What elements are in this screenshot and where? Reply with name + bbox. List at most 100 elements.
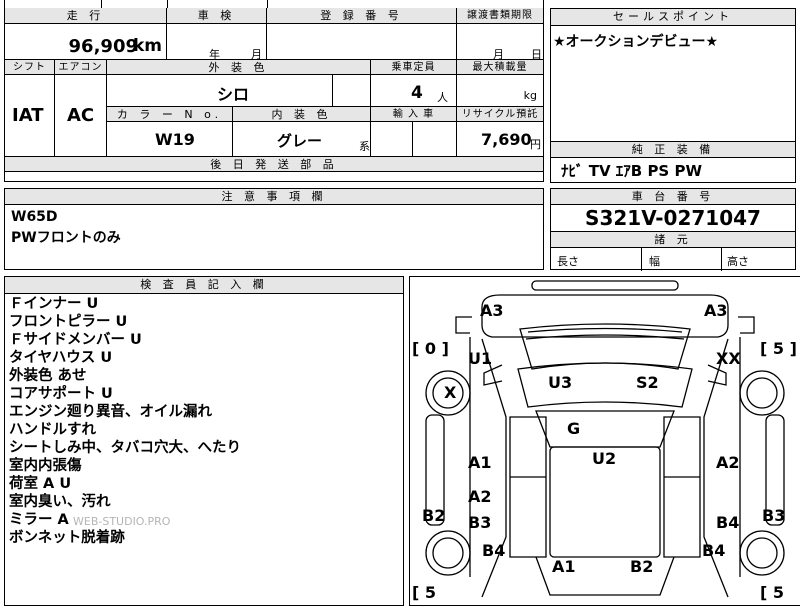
length-label: 長さ	[557, 255, 579, 268]
tread-front-right: [ 5 ]	[760, 339, 797, 358]
inspector-lines: Ｆインナー U フロントピラー U Ｆサイドメンバー U タイヤハウス U 外装…	[9, 295, 241, 547]
max-load-unit: kg	[523, 89, 537, 102]
import-cell	[371, 122, 413, 157]
mark-a1-bottom: A1	[552, 557, 576, 576]
inspection-cell: 年 月	[167, 24, 267, 60]
registration-header: 登 録 番 号	[267, 8, 457, 24]
mark-a2-left: A2	[468, 487, 492, 506]
capacity-cell: 4 人	[371, 75, 457, 107]
notes-box: 注 意 事 項 欄 W65D PWフロントのみ	[4, 188, 544, 270]
inspector-line: Ｆサイドメンバー U	[9, 332, 142, 348]
inspector-line: シートしみ中、タバコ穴大、へたり	[9, 440, 241, 456]
capacity-value: 4	[411, 83, 423, 103]
notes-header: 注 意 事 項 欄	[5, 189, 543, 205]
tread-rear-left: [ 5	[412, 583, 437, 602]
equipment-header: 純 正 装 備	[551, 142, 795, 158]
interior-color-cell: グレー 系	[233, 122, 371, 157]
aircon-value: AC	[67, 105, 95, 126]
watermark: WEB-STUDIO.PRO	[73, 515, 171, 528]
inspector-line: ハンドルすれ	[9, 422, 96, 438]
import-header: 輸 入 車	[371, 107, 457, 122]
mark-b2-bottom: B2	[630, 557, 654, 576]
shift-header: シフト	[5, 60, 55, 75]
mark-a2-right: A2	[716, 453, 740, 472]
exterior-color-value: シロ	[217, 85, 250, 104]
color-no-cell: W19	[107, 122, 233, 157]
recycle-cell: 7,690 円	[457, 122, 543, 157]
car-outline-diagram	[425, 280, 785, 598]
chassis-header: 車 台 番 号	[551, 189, 795, 205]
mark-b4-right: B4	[716, 513, 740, 532]
inspector-line: コアサポート U	[9, 386, 113, 402]
max-load-header: 最大積載量	[457, 60, 543, 75]
notes-line-1: W65D	[11, 209, 58, 225]
color-no-header: カ ラ ー N o.	[107, 107, 233, 122]
mark-b4-right-tire: B4	[702, 541, 726, 560]
inspector-line: ボンネット脱着跡	[9, 530, 125, 546]
exterior-color-extra-cell	[333, 75, 371, 107]
chassis-box: 車 台 番 号 S321V-0271047 諸 元 長さ 幅 高さ	[550, 188, 796, 271]
mark-b3-left: B3	[468, 513, 492, 532]
sheet-top-stub	[4, 0, 544, 8]
shift-cell: IAT	[5, 75, 55, 157]
chassis-number: S321V-0271047	[585, 206, 761, 230]
recycle-unit: 円	[530, 138, 541, 151]
notes-line-2: PWフロントのみ	[11, 230, 121, 246]
parts-cell	[5, 172, 543, 182]
damage-diagram: A3 A3 [ 0 ] [ 5 ] U1 XX X U3 S2 G U2 A1 …	[409, 276, 800, 606]
sales-point-header: セールスポイント	[551, 9, 795, 26]
inspector-line: 室内内張傷	[9, 458, 82, 474]
exterior-color-header: 外 装 色	[107, 60, 371, 75]
mark-u2: U2	[592, 449, 617, 468]
inspector-header: 検 査 員 記 入 欄	[5, 277, 403, 294]
interior-color-header: 内 装 色	[233, 107, 371, 122]
mark-g: G	[567, 419, 581, 438]
inspector-line: 荷室 A U	[9, 476, 72, 492]
inspector-line: フロントピラー U	[9, 314, 128, 330]
dims-header: 諸 元	[551, 231, 795, 248]
max-load-cell: kg	[457, 75, 543, 107]
mark-b2-left: B2	[422, 506, 446, 525]
sales-point-text: ★オークションデビュー★	[553, 34, 719, 50]
interior-color-suffix: 系	[359, 140, 370, 153]
inspector-line: エンジン廻り異音、オイル漏れ	[9, 404, 212, 420]
inspector-line: 室内臭い、汚れ	[9, 494, 111, 510]
color-no-value: W19	[155, 130, 195, 149]
registration-cell	[267, 24, 457, 60]
recycle-value: 7,690	[481, 130, 532, 149]
height-label: 高さ	[727, 255, 749, 268]
shift-value: IAT	[12, 105, 44, 126]
capacity-unit: 人	[437, 91, 448, 104]
mark-s2: S2	[636, 373, 659, 392]
mark-u3: U3	[548, 373, 573, 392]
transfer-month-unit: 月	[493, 48, 504, 60]
exterior-color-cell: シロ	[107, 75, 333, 107]
mark-b3-right: B3	[762, 506, 786, 525]
vehicle-info-sheet: 走 行 車 検 登 録 番 号 譲渡書類期限 96,909 km 年 月 月 日…	[4, 8, 544, 182]
aircon-cell: AC	[55, 75, 107, 157]
mileage-cell: 96,909 km	[5, 24, 167, 60]
interior-color-value: グレー	[277, 132, 323, 150]
import-cell-2	[413, 122, 457, 157]
parts-header: 後 日 発 送 部 品	[5, 157, 543, 172]
inspector-line: タイヤハウス U	[9, 350, 113, 366]
inspector-box: 検 査 員 記 入 欄 Ｆインナー U フロントピラー U Ｆサイドメンバー U…	[4, 276, 404, 606]
recycle-header: リサイクル預託金	[457, 107, 543, 122]
mark-xx: XX	[716, 349, 741, 368]
mark-u1: U1	[468, 349, 493, 368]
capacity-header: 乗車定員	[371, 60, 457, 75]
transfer-docs-header: 譲渡書類期限	[457, 8, 543, 24]
mileage-unit: km	[132, 36, 162, 56]
transfer-day-unit: 日	[531, 48, 542, 60]
mark-a3-left: A3	[480, 301, 504, 320]
width-label: 幅	[649, 255, 660, 268]
equipment-text: ﾅﾋﾞ TV ｴｱB PS PW	[561, 162, 702, 180]
tread-rear-right: [ 5	[760, 583, 785, 602]
mark-a3-right: A3	[704, 301, 728, 320]
aircon-header: エアコン	[55, 60, 107, 75]
mark-b4-left-tire: B4	[482, 541, 506, 560]
transfer-docs-cell: 月 日	[457, 24, 543, 60]
equipment-box: 純 正 装 備 ﾅﾋﾞ TV ｴｱB PS PW	[550, 141, 796, 183]
inspection-year-unit: 年	[209, 48, 220, 60]
inspector-line: Ｆインナー U	[9, 296, 99, 312]
